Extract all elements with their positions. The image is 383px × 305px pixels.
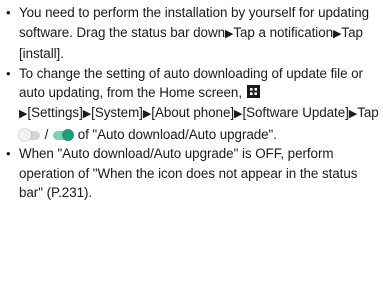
bullet-item-install: • You need to perform the installation b… — [6, 3, 379, 64]
tap-step: Tap — [357, 104, 379, 120]
document-page: • You need to perform the installation b… — [0, 0, 383, 305]
about-phone-step: [About phone] — [151, 104, 235, 120]
auto-setting-text: To change the setting of auto downloadin… — [19, 65, 363, 101]
bullet-marker: • — [6, 146, 11, 162]
bullet-marker: • — [6, 65, 11, 81]
settings-step: [Settings] — [27, 104, 83, 120]
arrow-icon: ▶ — [348, 107, 358, 120]
auto-download-text: of "Auto download/Auto upgrade". — [77, 126, 277, 142]
toggle-on-icon — [52, 128, 75, 141]
tap-notification-text: Tap a notification — [233, 24, 333, 40]
arrow-icon: ▶ — [82, 107, 92, 120]
software-update-step: [Software Update] — [242, 104, 349, 120]
when-off-text: When "Auto download/Auto upgrade" is OFF… — [19, 146, 358, 201]
toggle-off-icon — [19, 128, 41, 141]
apps-grid-icon — [246, 85, 260, 99]
system-step: [System] — [91, 104, 143, 120]
bullet-marker: • — [6, 5, 11, 20]
bullet-item-auto-setting: • To change the setting of auto download… — [6, 64, 379, 144]
slash-separator: / — [44, 126, 49, 142]
bullet-item-when-off: • When "Auto download/Auto upgrade" is O… — [6, 144, 379, 203]
